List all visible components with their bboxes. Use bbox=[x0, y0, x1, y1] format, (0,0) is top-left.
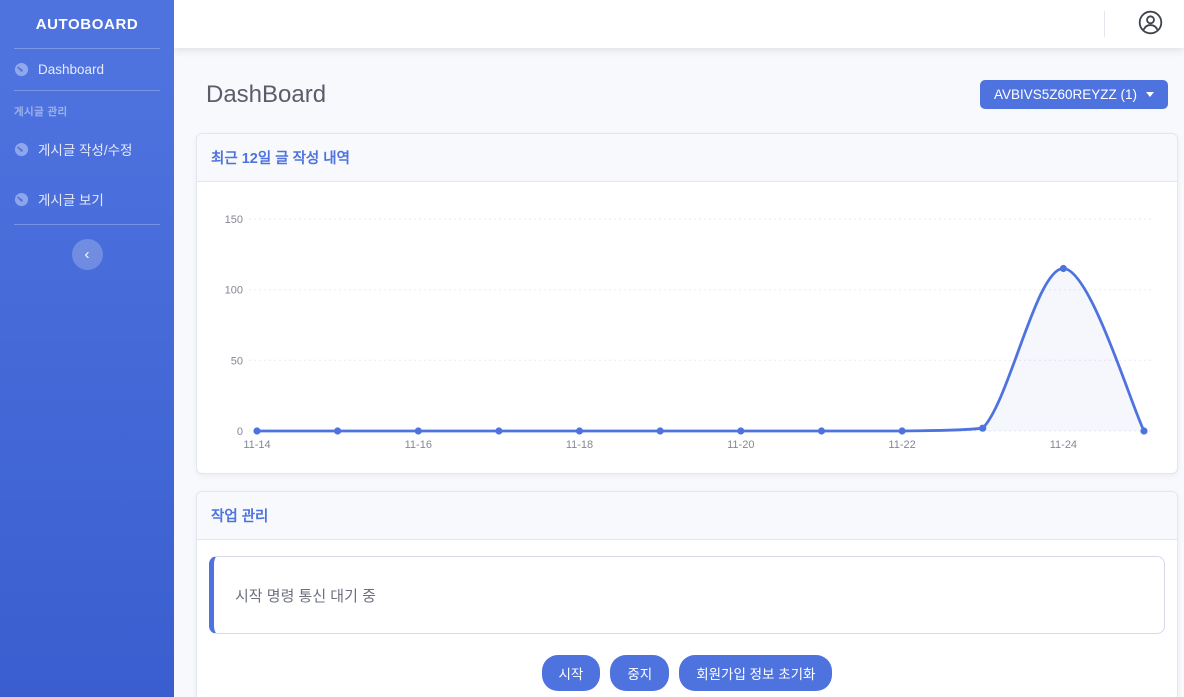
sidebar-item-post-edit[interactable]: 게시글 작성/수정 bbox=[0, 124, 174, 174]
x-tick-label: 11-24 bbox=[1050, 439, 1077, 451]
caret-down-icon bbox=[1146, 92, 1154, 97]
gauge-icon bbox=[14, 62, 29, 77]
chart-card-title: 최근 12일 글 작성 내역 bbox=[197, 134, 1177, 182]
account-dropdown-button[interactable]: AVBIVS5Z60REYZZ (1) bbox=[980, 80, 1168, 109]
data-point bbox=[334, 427, 341, 434]
chart-card-body: 0 50 100 150 11-14 11-16 11-18 11-20 11-22 11-24 bbox=[197, 182, 1177, 473]
data-point bbox=[415, 427, 422, 434]
sidebar-item-post-view[interactable]: 게시글 보기 bbox=[0, 174, 174, 224]
gauge-icon bbox=[14, 192, 29, 207]
x-tick-label: 11-22 bbox=[888, 439, 915, 451]
topbar bbox=[174, 0, 1184, 48]
data-point bbox=[737, 427, 744, 434]
sidebar-toggle-area: ‹ bbox=[0, 239, 174, 270]
sidebar: AUTOBOARD Dashboard 게시글 관리 게시 bbox=[0, 0, 174, 697]
job-actions: 시작 중지 회원가입 정보 초기화 bbox=[209, 655, 1165, 691]
chart-area-fill bbox=[257, 268, 1144, 431]
recent-posts-chart-card: 최근 12일 글 작성 내역 0 50 100 150 11-14 11-16 11-18 1… bbox=[196, 133, 1178, 474]
data-point bbox=[1140, 427, 1147, 434]
user-circle-icon bbox=[1137, 9, 1164, 39]
x-tick-label: 11-16 bbox=[405, 439, 432, 451]
line-chart: 0 50 100 150 11-14 11-16 11-18 11-20 11-22 11-24 bbox=[197, 182, 1177, 473]
sidebar-collapse-button[interactable]: ‹ bbox=[72, 239, 103, 270]
gauge-icon bbox=[14, 142, 29, 157]
job-card-body: 시작 명령 통신 대기 중 시작 중지 회원가입 정보 초기화 bbox=[197, 540, 1177, 697]
sidebar-item-label: 게시글 작성/수정 bbox=[38, 139, 132, 159]
start-button[interactable]: 시작 bbox=[542, 655, 601, 691]
chevron-left-icon: ‹ bbox=[85, 246, 90, 263]
autoboard-app: AUTOBOARD Dashboard 게시글 관리 게시 bbox=[0, 0, 1184, 697]
x-tick-label: 11-18 bbox=[566, 439, 593, 451]
y-tick-label: 100 bbox=[225, 285, 243, 297]
job-card-title: 작업 관리 bbox=[197, 492, 1177, 540]
data-point bbox=[253, 427, 260, 434]
account-dropdown-label: AVBIVS5Z60REYZZ (1) bbox=[994, 87, 1137, 102]
data-point bbox=[495, 427, 502, 434]
data-point bbox=[899, 427, 906, 434]
x-tick-label: 11-20 bbox=[727, 439, 754, 451]
job-status-message: 시작 명령 통신 대기 중 bbox=[235, 585, 376, 606]
data-point bbox=[657, 427, 664, 434]
sidebar-item-label: Dashboard bbox=[38, 62, 104, 77]
brand-logo[interactable]: AUTOBOARD bbox=[0, 0, 174, 48]
x-tick-label: 11-14 bbox=[243, 439, 270, 451]
stop-button[interactable]: 중지 bbox=[610, 655, 669, 691]
topbar-divider bbox=[1104, 11, 1105, 37]
sidebar-divider bbox=[14, 224, 160, 225]
y-tick-label: 50 bbox=[231, 355, 243, 367]
main-area: DashBoard AVBIVS5Z60REYZZ (1) 최근 12일 글 작… bbox=[174, 0, 1184, 697]
user-menu-button[interactable] bbox=[1127, 9, 1174, 39]
sidebar-item-dashboard[interactable]: Dashboard bbox=[0, 49, 174, 90]
page-title: DashBoard bbox=[206, 81, 326, 109]
job-status-box: 시작 명령 통신 대기 중 bbox=[209, 556, 1165, 634]
data-point bbox=[1060, 265, 1067, 272]
page-content: DashBoard AVBIVS5Z60REYZZ (1) 최근 12일 글 작… bbox=[174, 48, 1184, 697]
data-point bbox=[576, 427, 583, 434]
page-header: DashBoard AVBIVS5Z60REYZZ (1) bbox=[206, 80, 1168, 109]
sidebar-section-heading: 게시글 관리 bbox=[0, 91, 174, 124]
data-point bbox=[818, 427, 825, 434]
job-management-card: 작업 관리 시작 명령 통신 대기 중 시작 중지 회원가입 정보 초기화 bbox=[196, 491, 1178, 697]
reset-signup-info-button[interactable]: 회원가입 정보 초기화 bbox=[679, 655, 832, 691]
data-point bbox=[979, 425, 986, 432]
y-tick-label: 150 bbox=[225, 214, 243, 226]
sidebar-item-label: 게시글 보기 bbox=[38, 189, 104, 209]
y-tick-label: 0 bbox=[237, 426, 243, 438]
